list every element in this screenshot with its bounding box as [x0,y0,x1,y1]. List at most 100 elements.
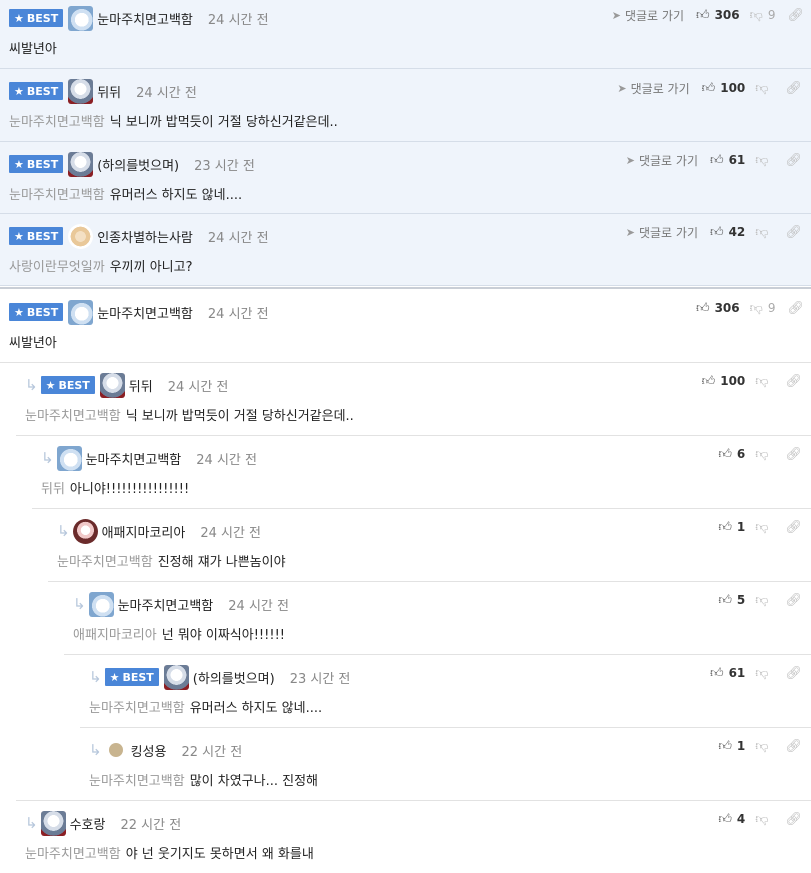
reply-arrow-icon: ↳ [73,594,86,613]
downvote-button[interactable]: 👎︎ [755,225,773,240]
mention[interactable]: 눈마주치면고백함 [89,701,185,716]
link-icon: 🔗︎ [785,811,802,827]
permalink-button[interactable]: 🔗︎ [785,374,802,389]
upvote-button[interactable]: 👍︎ 100 [702,81,746,96]
upvote-button[interactable]: 👍︎ 61 [710,153,745,168]
permalink-button[interactable]: 🔗︎ [785,739,802,754]
permalink-button[interactable]: 🔗︎ [785,447,802,462]
nickname[interactable]: 수호랑 [70,814,106,833]
permalink-button[interactable]: 🔗︎ [785,81,802,96]
mention[interactable]: 애패지마코리아 [73,628,157,643]
avatar[interactable] [56,445,82,471]
downvote-button[interactable]: 👎︎ [755,739,773,754]
downvote-button[interactable]: 👎︎ [755,520,773,535]
downvote-button[interactable]: 👎︎ [755,81,773,96]
permalink-button[interactable]: 🔗︎ [785,593,802,608]
upvote-button[interactable]: 👍︎ 1 [718,520,745,535]
goto-comment-link[interactable]: ➤ 댓글로 가기 [612,7,684,24]
avatar[interactable] [68,151,94,177]
comment-text: 씨발년아 [9,42,57,57]
permalink-button[interactable]: 🔗︎ [785,666,802,681]
upvote-button[interactable]: 👍︎ 42 [710,225,745,240]
comment: ↳ 눈마주치면고백함 24 시간 전 👍︎ 6 👎︎ 🔗︎ 뒤뒤 아니야!!!!!!… [0,436,811,508]
upvote-button[interactable]: 👍︎ 306 [696,301,740,316]
mention[interactable]: 눈마주치면고백함 [9,115,105,130]
comment-text: 눈마주치면고백함 유머러스 하지도 않네.... [9,188,243,203]
thumbs-down-icon: 👎︎ [755,446,769,462]
permalink-button[interactable]: 🔗︎ [787,8,804,23]
avatar[interactable] [68,299,94,325]
downvote-button[interactable]: 👎︎ [755,374,773,389]
goto-comment-link[interactable]: ➤ 댓글로 가기 [626,152,698,169]
link-icon: 🔗︎ [787,300,804,316]
nickname[interactable]: 뒤뒤 [129,376,153,395]
comment-text: 눈마주치면고백함 진정해 쟤가 나쁜놈이야 [57,555,286,570]
thumbs-up-icon: 👍︎ [695,7,710,23]
downvote-button[interactable]: 👎︎ [755,593,773,608]
upvote-button[interactable]: 👍︎ 6 [718,447,745,462]
mention[interactable]: 눈마주치면고백함 [57,555,153,570]
nickname[interactable]: 눈마주치면고백함 [118,595,214,614]
nickname[interactable]: 눈마주치면고백함 [97,303,193,322]
best-comment: ★ BEST 뒤뒤 24 시간 전 ➤ 댓글로 가기 👍︎ 100 👎︎ 🔗︎ 눈마주… [0,69,811,142]
comment: ↳ 눈마주치면고백함 24 시간 전 👍︎ 5 👎︎ 🔗︎ 애패지마코리아 넌 뭐야… [0,582,811,654]
comment-text: 눈마주치면고백함 야 넌 웃기지도 못하면서 왜 화를내 [25,847,314,862]
nickname[interactable]: 킹성용 [131,741,167,760]
mention[interactable]: 사랑이란무엇일까 [9,260,105,275]
upvote-button[interactable]: 👍︎ 100 [702,374,746,389]
mention[interactable]: 눈마주치면고백함 [25,847,121,862]
permalink-button[interactable]: 🔗︎ [785,812,802,827]
goto-comment-link[interactable]: ➤ 댓글로 가기 [626,224,698,241]
upvote-button[interactable]: 👍︎ 5 [718,593,745,608]
thumbs-down-icon: 👎︎ [755,811,769,827]
avatar[interactable] [72,518,98,544]
avatar[interactable] [88,591,114,617]
upvote-button[interactable]: 👍︎ 4 [718,812,745,827]
timestamp: 24 시간 전 [207,12,269,28]
avatar[interactable] [68,223,94,249]
avatar[interactable] [99,372,125,398]
downvote-button[interactable]: 👎︎ [755,812,773,827]
nickname[interactable]: 인종차별하는사람 [97,227,193,246]
link-icon: 🔗︎ [785,152,802,168]
upvote-button[interactable]: 👍︎ 61 [710,666,745,681]
upvote-button[interactable]: 👍︎ 1 [718,739,745,754]
permalink-button[interactable]: 🔗︎ [785,225,802,240]
mention[interactable]: 눈마주치면고백함 [25,409,121,424]
avatar[interactable] [68,78,94,104]
avatar[interactable] [163,664,189,690]
nickname[interactable]: 눈마주치면고백함 [86,449,182,468]
link-icon: 🔗︎ [785,519,802,535]
arrow-icon: ➤ [611,8,621,22]
downvote-button[interactable]: 👎︎ 9 [750,8,776,23]
best-badge: ★ BEST [9,303,64,321]
downvote-button[interactable]: 👎︎ [755,447,773,462]
downvote-button[interactable]: 👎︎ [755,666,773,681]
upvote-button[interactable]: 👍︎ 306 [696,8,740,23]
comment-text: 뒤뒤 아니야!!!!!!!!!!!!!!!! [41,482,190,497]
nickname[interactable]: 눈마주치면고백함 [97,9,193,28]
thumbs-up-icon: 👍︎ [709,665,724,681]
permalink-button[interactable]: 🔗︎ [785,520,802,535]
star-icon: ★ [109,670,120,684]
best-badge: ★ BEST [104,668,159,686]
nickname[interactable]: (하의를벗으며) [97,155,179,174]
nickname[interactable]: 뒤뒤 [97,82,121,101]
avatar[interactable] [68,5,94,31]
nickname[interactable]: 애패지마코리아 [102,522,186,541]
downvote-button[interactable]: 👎︎ [755,153,773,168]
timestamp: 24 시간 전 [196,452,257,468]
avatar[interactable] [108,743,123,757]
downvote-button[interactable]: 👎︎ 9 [750,301,776,316]
permalink-button[interactable]: 🔗︎ [785,153,802,168]
permalink-button[interactable]: 🔗︎ [787,301,804,316]
avatar[interactable] [40,810,66,836]
mention[interactable]: 눈마주치면고백함 [9,188,105,203]
comment: ↳ ★ BEST 뒤뒤 24 시간 전 👍︎ 100 👎︎ 🔗︎ 눈마주치면고백함 닉… [0,363,811,435]
mention[interactable]: 뒤뒤 [41,482,65,497]
goto-comment-link[interactable]: ➤ 댓글로 가기 [617,80,689,97]
mention[interactable]: 눈마주치면고백함 [89,774,185,789]
arrow-icon: ➤ [625,225,635,239]
nickname[interactable]: (하의를벗으며) [193,668,275,687]
best-badge: ★ BEST [9,82,64,100]
